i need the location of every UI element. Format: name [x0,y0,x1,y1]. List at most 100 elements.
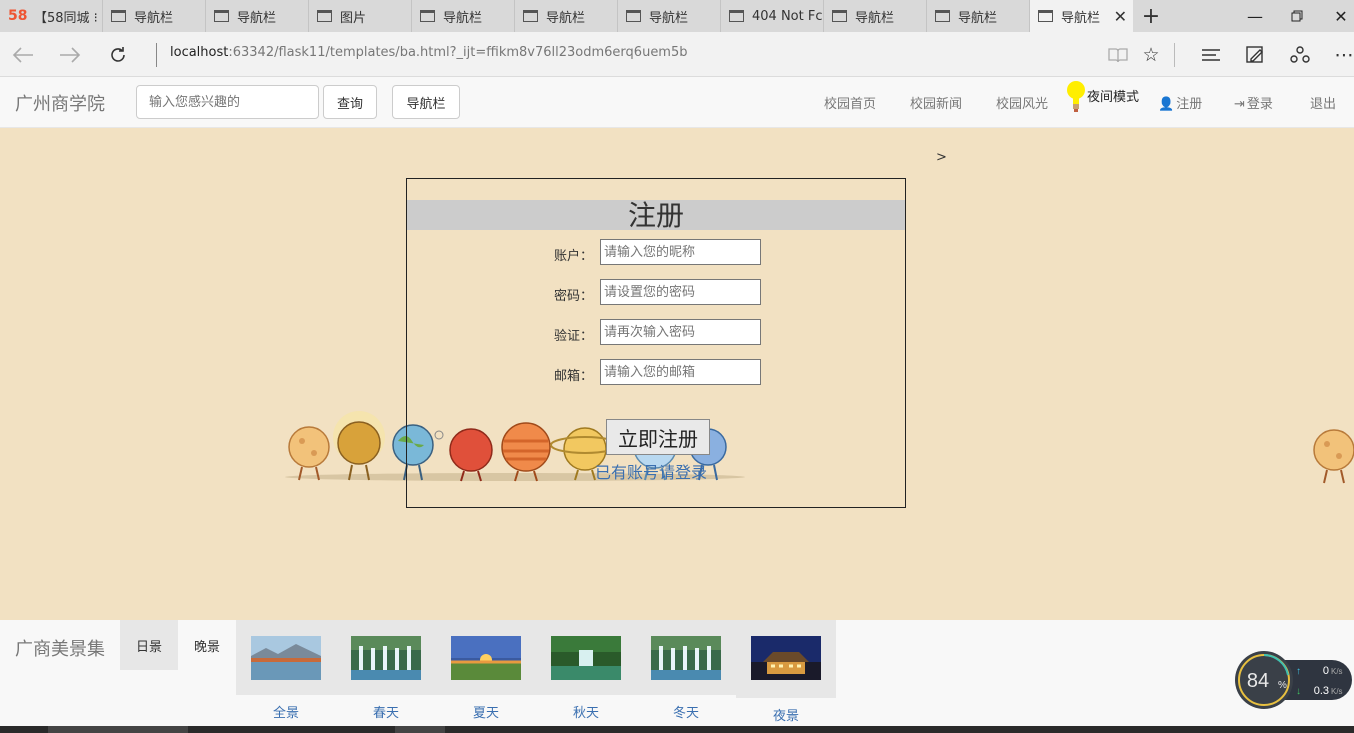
restore-icon [1291,10,1303,22]
nav-link-news[interactable]: 校园新闻 [910,93,962,112]
nav-link-home[interactable]: 校园首页 [824,93,876,112]
email-input[interactable] [600,359,761,385]
tab-title: 导航栏 [443,10,483,26]
verify-password-input[interactable] [600,319,761,345]
tab-day-scenery[interactable]: 日景 [120,620,178,670]
lightbulb-icon[interactable] [1066,80,1086,114]
gallery-item-label: 秋天 [572,706,599,721]
url-host: localhost [170,45,229,60]
refresh-button[interactable] [103,40,133,70]
taskbar [0,726,1354,733]
gallery-item[interactable]: 秋天 [536,620,636,726]
search-button[interactable]: 查询 [323,85,377,119]
tab-night-scenery[interactable]: 晚景 [178,620,236,670]
tab-title: 图片 [340,10,367,26]
browser-tab[interactable]: 导航栏 [927,0,1030,32]
site-58-icon: 58 [8,8,28,24]
nav-link-scenery[interactable]: 校园风光 [996,93,1048,112]
tab-title: 【58同城 ⁝ [34,10,98,26]
tab-title: 导航栏 [1061,10,1101,26]
gallery-item[interactable]: 冬天 [636,620,736,726]
gallery-brand[interactable]: 广商美景集 [15,635,105,661]
browser-tab[interactable]: 导航栏 [618,0,721,32]
arrow-left-icon [12,47,33,63]
browser-tab-bar: 58 【58同城 ⁝ 导航栏 导航栏 图片 导航栏 导航栏 导航栏 404 No… [0,0,1354,32]
browser-tab[interactable]: 导航栏 [515,0,618,32]
user-icon: 👤 [1158,97,1175,112]
browser-tab[interactable]: 404 Not Fc [721,0,824,32]
upload-speed: 0 [1323,665,1329,677]
nav-toggle-button[interactable]: 导航栏 [392,85,460,119]
account-input[interactable] [600,239,761,265]
reading-view-icon[interactable] [1104,41,1132,69]
login-link[interactable]: 已有账号请登录 [595,459,707,483]
new-tab-button[interactable]: + [1133,0,1169,32]
gallery-item-label: 冬天 [672,706,699,721]
browser-tab[interactable]: 导航栏 [206,0,309,32]
night-mode-toggle[interactable]: 夜间模式 [1087,86,1139,105]
back-button[interactable] [8,40,38,70]
close-tab-icon[interactable]: ✕ [1114,7,1127,26]
separator [1174,43,1175,67]
gallery-item[interactable]: 夏天 [436,620,536,726]
url-field[interactable]: localhost:63342/flask11/templates/ba.htm… [170,45,688,60]
download-arrow-icon: ↓ [1296,686,1301,697]
scenery-gallery: 广商美景集 日景 晚景 全景 春天 夏天 秋天 冬天 夜景 [0,620,1354,726]
network-speed-widget[interactable]: 84 % ↑ ↓ 0 K/s 0.3 K/s [1234,650,1352,710]
page-icon [1038,10,1053,22]
web-note-icon[interactable] [1241,41,1269,69]
login-icon: ⇥ [1234,97,1245,112]
more-options-icon[interactable]: ⋯ [1330,41,1354,69]
tab-title: 导航栏 [134,10,174,26]
minimize-button[interactable]: — [1232,0,1278,32]
register-form: 注册 账户： 密码： 验证： 邮箱： 立即注册 已有账号请登录 [406,178,906,508]
download-speed: 0.3 [1314,685,1329,697]
page-icon [935,10,950,22]
restore-button[interactable] [1274,0,1320,32]
nav-link-login[interactable]: ⇥ 登录 [1234,93,1273,112]
tab-title: 导航栏 [649,10,689,26]
hub-icon[interactable] [1197,41,1225,69]
summer-thumbnail [451,636,521,680]
nav-link-register[interactable]: 👤 注册 [1158,93,1202,112]
page-icon [214,10,229,22]
tab-title: 导航栏 [546,10,586,26]
gallery-item[interactable]: 春天 [336,620,436,726]
page-icon [729,10,744,22]
address-bar: localhost:63342/flask11/templates/ba.htm… [0,32,1354,77]
gallery-item[interactable] [736,620,836,698]
email-label: 邮箱： [554,369,594,384]
winter-thumbnail [651,636,721,680]
browser-tab[interactable]: 导航栏 [824,0,927,32]
register-submit-button[interactable]: 立即注册 [606,419,710,455]
taskbar-item[interactable] [48,726,188,733]
share-icon[interactable] [1286,41,1314,69]
spring-thumbnail [351,636,421,680]
search-input[interactable] [136,85,319,119]
browser-tab-active[interactable]: 导航栏 ✕ [1030,0,1133,32]
gallery-item-label: 夏天 [472,706,499,721]
password-input[interactable] [600,279,761,305]
taskbar-item[interactable] [395,726,445,733]
browser-tab[interactable]: 导航栏 [412,0,515,32]
page-icon [420,10,435,22]
panorama-thumbnail [251,636,321,680]
site-brand[interactable]: 广州商学院 [15,90,105,116]
arrow-right-icon [60,47,81,63]
percent-unit: % [1278,680,1287,691]
gallery-item[interactable]: 全景 [236,620,336,726]
page-icon [317,10,332,22]
favorite-star-icon[interactable]: ☆ [1137,41,1165,69]
forward-button[interactable] [55,40,85,70]
register-title: 注册 [407,200,905,232]
planet-character-illustration [1313,429,1354,484]
browser-tab[interactable]: 导航栏 [103,0,206,32]
site-navbar: 广州商学院 查询 导航栏 校园首页 校园新闻 校园风光 夜间模式 👤注册 ⇥登录… [0,77,1354,128]
nav-link-logout[interactable]: 退出 [1310,93,1336,112]
autumn-thumbnail [551,636,621,680]
page-icon [111,10,126,22]
gallery-item-label[interactable]: 夜景 [736,705,836,724]
close-window-button[interactable]: ✕ [1318,0,1354,32]
browser-tab[interactable]: 图片 [309,0,412,32]
browser-tab[interactable]: 58 【58同城 ⁝ [0,0,103,32]
